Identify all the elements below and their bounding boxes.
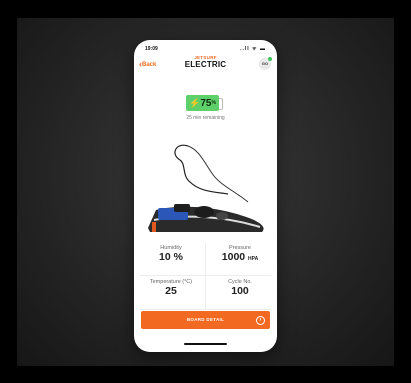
status-time: 19:09 <box>145 46 158 52</box>
signal-wifi-battery-icons: ..ll ᯤ ▬ <box>240 46 266 52</box>
humidity-stat: Humidity 10 % <box>137 245 205 264</box>
online-status-dot <box>268 57 272 61</box>
bolt-icon: ⚡ <box>189 98 201 108</box>
temperature-value: 25 <box>165 285 177 298</box>
board-detail-button[interactable]: BOARD DETAIL › <box>141 311 270 329</box>
battery-unit: % <box>211 100 216 106</box>
pressure-stat: Pressure 1000 HPA <box>206 245 274 264</box>
cycle-stat: Cycle No. 100 <box>206 279 274 298</box>
battery-value: 75 <box>200 98 212 109</box>
jetboard-image <box>148 144 264 232</box>
phone-screen: 19:09 ..ll ᯤ ▬ ‹Back JETSURF ELECTRIC GO… <box>134 40 277 352</box>
pressure-value: 1000 HPA <box>221 251 259 264</box>
temperature-stat: Temperature (°C) 25 <box>137 279 205 298</box>
humidity-value: 10 % <box>159 251 183 264</box>
time-remaining: 25 min remaining <box>186 115 225 121</box>
cycle-value: 100 <box>231 285 249 298</box>
board-detail-label: BOARD DETAIL <box>186 317 225 322</box>
status-bar: 19:09 ..ll ᯤ ▬ <box>134 40 277 54</box>
brand-main: ELECTRIC <box>184 59 227 69</box>
home-indicator <box>184 343 227 345</box>
brand-logo: JETSURF ELECTRIC <box>134 55 277 69</box>
battery-indicator: ⚡75% <box>186 95 223 111</box>
stats-divider-bottom <box>140 309 271 310</box>
arrow-circle-icon: › <box>256 316 265 325</box>
